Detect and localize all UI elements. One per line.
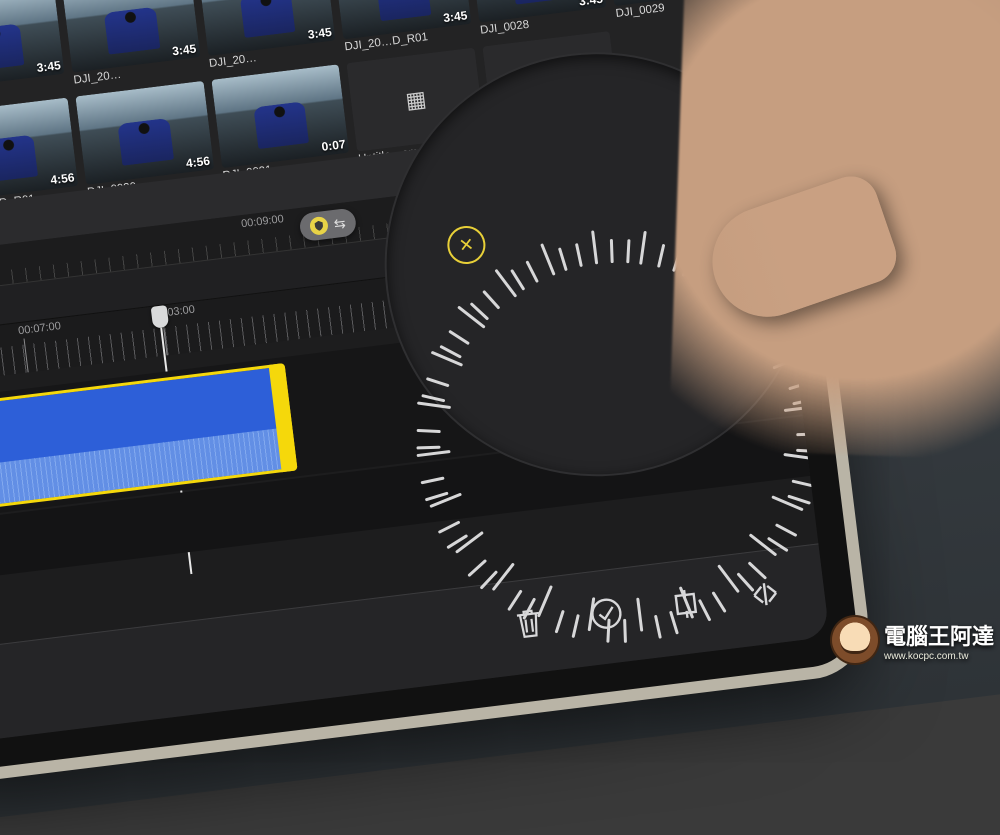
ruler-label: 00:07:00 xyxy=(18,320,62,337)
grid-icon: ▦ xyxy=(404,85,428,113)
clip-cell[interactable]: 3:45DJI_20… xyxy=(0,0,67,106)
app-screen: 1:27DJI_20… 3:45DJI_20… 3:45DJI_20… 3:45… xyxy=(0,0,830,754)
clip-cell[interactable]: 3:45DJI_20… xyxy=(62,0,202,89)
clip-cell[interactable]: 3:45DJI_20… xyxy=(197,0,337,72)
close-icon: ✕ xyxy=(458,234,476,257)
overview-time: 00:09:00 xyxy=(240,213,284,230)
clip-cell[interactable]: 3:45DJI_20…D_R01 xyxy=(333,0,473,56)
ipad-device: 1:27DJI_20… 3:45DJI_20… 3:45DJI_20… 3:45… xyxy=(0,0,861,785)
bottom-dock xyxy=(0,543,830,754)
snap-button[interactable] xyxy=(746,575,785,621)
swap-icon: ⇆ xyxy=(333,214,347,232)
shield-icon xyxy=(309,216,329,236)
